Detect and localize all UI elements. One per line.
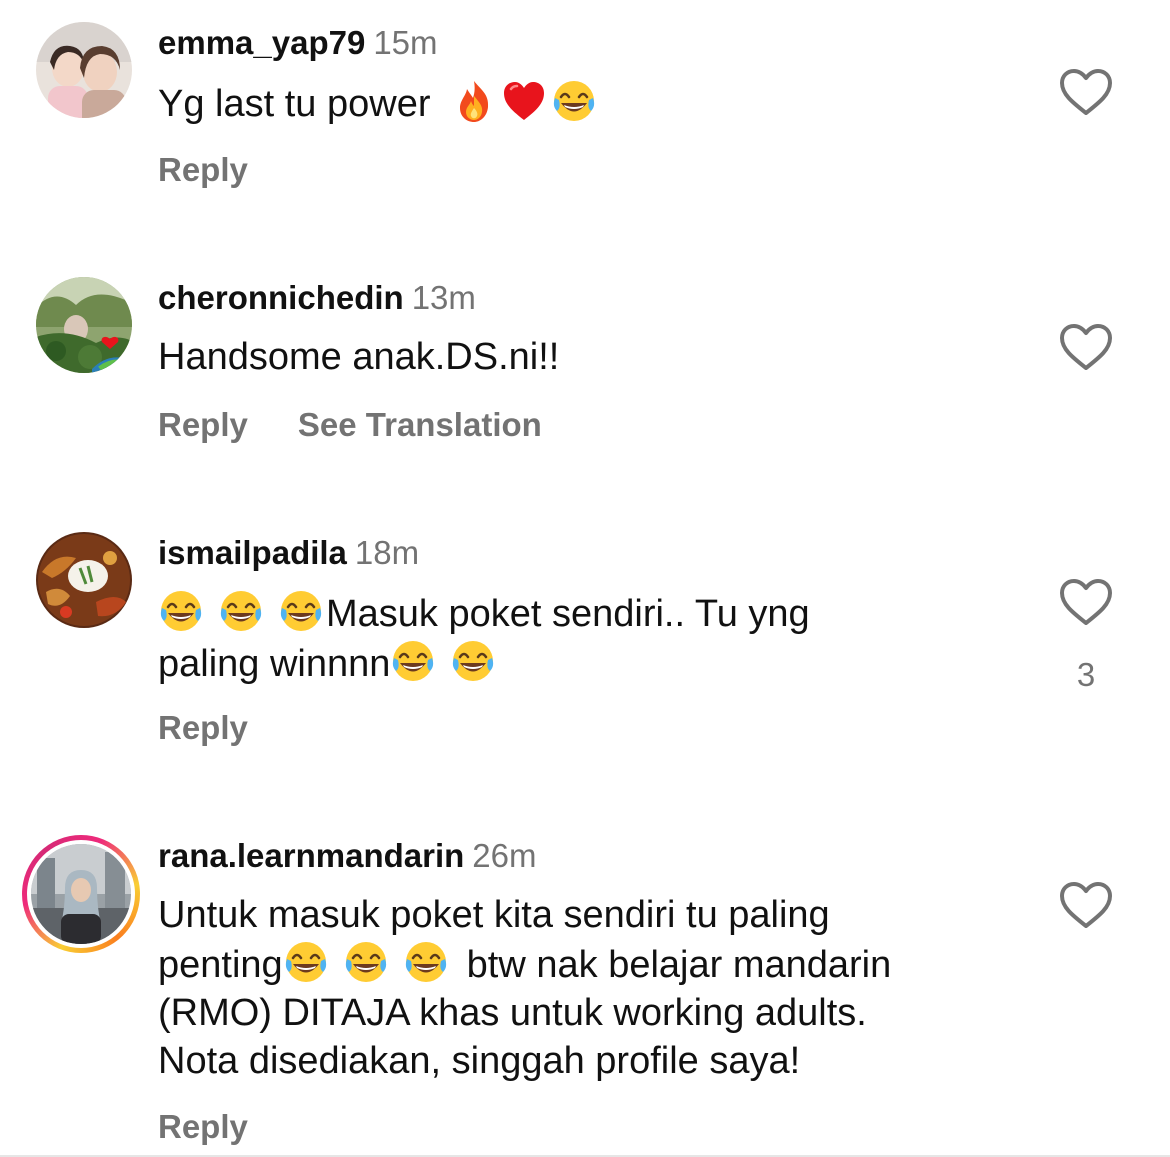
comment-text-content: Yg last tu power bbox=[158, 83, 431, 125]
comment-text-content: Masuk poket sendiri.. Tu yng bbox=[326, 593, 810, 635]
fire-emoji bbox=[451, 78, 497, 124]
comment-text-content: btw nak belajar mandarin bbox=[466, 944, 892, 986]
see-translation-button[interactable]: See Translation bbox=[298, 406, 542, 443]
heart-outline-icon bbox=[1060, 324, 1112, 370]
avatar[interactable] bbox=[36, 532, 132, 628]
username[interactable]: cheronnichedin bbox=[158, 279, 404, 316]
tears-of-joy-emoji bbox=[390, 638, 436, 684]
comment-header: cheronnichedin 13m bbox=[158, 278, 476, 318]
comment-text-content: penting bbox=[158, 944, 283, 986]
tears-of-joy-emoji bbox=[278, 588, 324, 634]
comment-text-line-2: paling winnnn bbox=[158, 638, 1018, 688]
like-count: 3 bbox=[1076, 656, 1096, 693]
comment-text-content: Nota disediakan, singgah profile saya! bbox=[158, 1040, 801, 1082]
username[interactable]: rana.learnmandarin bbox=[158, 837, 464, 874]
timestamp: 26m bbox=[472, 837, 537, 874]
comment-text: Masuk poket sendiri.. Tu yng paling winn… bbox=[158, 588, 1018, 688]
comment-text-line-1: Masuk poket sendiri.. Tu yng bbox=[158, 588, 1018, 638]
timestamp: 13m bbox=[411, 279, 476, 316]
comment-text-content: Untuk masuk poket kita sendiri tu paling bbox=[158, 894, 830, 936]
avatar[interactable] bbox=[36, 277, 132, 373]
comment-text-content: paling winnnn bbox=[158, 643, 391, 685]
comment-text-line-2: penting btw nak belajar mandarin bbox=[158, 939, 1018, 989]
comment-actions: Reply bbox=[158, 708, 248, 748]
tears-of-joy-emoji bbox=[283, 939, 329, 985]
comment-header: rana.learnmandarin 26m bbox=[158, 836, 536, 876]
comment-text-line-3: (RMO) DITAJA khas untuk working adults. bbox=[158, 989, 1018, 1037]
tears-of-joy-emoji bbox=[343, 939, 389, 985]
comment-text: Handsome anak.DS.ni!! bbox=[158, 333, 1018, 381]
comment-actions: Reply See Translation bbox=[158, 405, 542, 445]
like-button[interactable] bbox=[1058, 66, 1114, 118]
tears-of-joy-emoji bbox=[551, 78, 597, 124]
avatar-story-ring[interactable] bbox=[22, 835, 140, 953]
tears-of-joy-emoji bbox=[218, 588, 264, 634]
comment-text: Untuk masuk poket kita sendiri tu paling… bbox=[158, 891, 1018, 1085]
comment-text-content: (RMO) DITAJA khas untuk working adults. bbox=[158, 992, 867, 1034]
avatar bbox=[31, 844, 131, 944]
username[interactable]: ismailpadila bbox=[158, 534, 347, 571]
tears-of-joy-emoji bbox=[158, 588, 204, 634]
heart-outline-icon bbox=[1060, 882, 1112, 928]
like-button[interactable] bbox=[1058, 879, 1114, 931]
comment-actions: Reply bbox=[158, 150, 248, 190]
timestamp: 15m bbox=[373, 24, 438, 61]
comment-header: ismailpadila 18m bbox=[158, 533, 419, 573]
heart-outline-icon bbox=[1060, 69, 1112, 115]
comment-header: emma_yap79 15m bbox=[158, 23, 438, 63]
like-button[interactable] bbox=[1058, 321, 1114, 373]
comment-text-line-4: Nota disediakan, singgah profile saya! bbox=[158, 1037, 1018, 1085]
comment-text-line-1: Untuk masuk poket kita sendiri tu paling bbox=[158, 891, 1018, 939]
red-heart-emoji bbox=[501, 78, 547, 124]
reply-button[interactable]: Reply bbox=[158, 709, 248, 746]
reply-button[interactable]: Reply bbox=[158, 406, 248, 443]
reply-button[interactable]: Reply bbox=[158, 151, 248, 188]
tears-of-joy-emoji bbox=[403, 939, 449, 985]
comment-text: Yg last tu power bbox=[158, 78, 1018, 128]
heart-outline-icon bbox=[1060, 579, 1112, 625]
username[interactable]: emma_yap79 bbox=[158, 24, 365, 61]
timestamp: 18m bbox=[354, 534, 420, 571]
like-button[interactable] bbox=[1058, 576, 1114, 628]
comment-actions: Reply bbox=[158, 1107, 248, 1147]
comment-text-content: Handsome anak.DS.ni!! bbox=[158, 336, 560, 378]
avatar[interactable] bbox=[36, 22, 132, 118]
tears-of-joy-emoji bbox=[450, 638, 496, 684]
reply-button[interactable]: Reply bbox=[158, 1108, 248, 1145]
